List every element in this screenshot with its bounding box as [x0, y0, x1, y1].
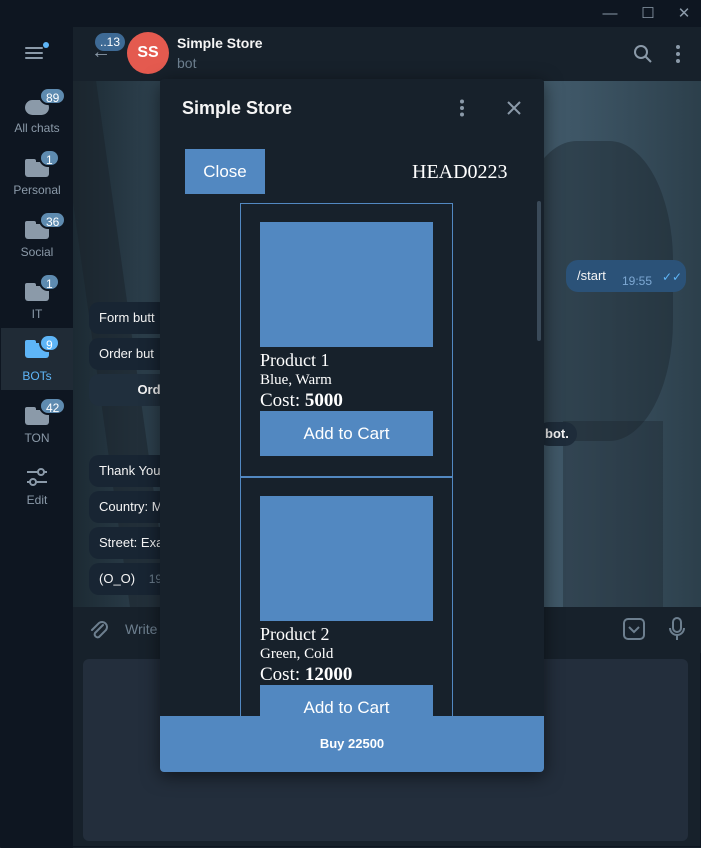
- window-close-button[interactable]: ✕: [673, 3, 695, 25]
- minimize-button[interactable]: —: [599, 3, 621, 25]
- title-bar: — ☐ ✕: [1, 1, 701, 27]
- inline-keyboard-button[interactable]: Ord: [89, 374, 169, 406]
- product-description: Green, Cold: [260, 646, 334, 662]
- unread-badge: 42: [39, 397, 67, 415]
- product-cost: Cost: 5000: [260, 390, 343, 411]
- folder-label: TON: [24, 431, 50, 445]
- scrollbar[interactable]: [537, 201, 541, 341]
- message-text: (O_O): [99, 571, 136, 586]
- webapp-content: Close HEAD0223 Product 1 Blue, Warm Cost…: [160, 137, 544, 716]
- unread-badge: 89: [39, 87, 67, 105]
- folder-personal[interactable]: 1 Personal: [1, 149, 73, 211]
- chat-subtitle: bot: [177, 55, 197, 71]
- message-input[interactable]: Write: [125, 621, 157, 637]
- maximize-button[interactable]: ☐: [637, 3, 659, 25]
- notification-dot: [43, 42, 49, 48]
- product-cost: Cost: 12000: [260, 664, 353, 685]
- folder-bots[interactable]: 9 BOTs: [1, 328, 73, 390]
- order-id: HEAD0223: [412, 161, 508, 183]
- telegram-window: — ☐ ✕ 89 All chats 1 Personal 36 Social …: [0, 0, 701, 848]
- folder-label: Edit: [26, 493, 48, 507]
- product-card: Product 2 Green, Cold Cost: 12000 Add to…: [240, 477, 453, 716]
- close-button[interactable]: Close: [185, 149, 265, 194]
- microphone-icon[interactable]: [669, 617, 685, 641]
- folder-label: BOTs: [22, 369, 52, 383]
- chat-header: ← ..13 SS Simple Store bot: [73, 27, 701, 81]
- read-checkmarks-icon: ✓✓: [662, 270, 683, 284]
- product-name: Product 1: [260, 350, 330, 370]
- product-description: Blue, Warm: [260, 372, 332, 388]
- back-unread-badge: ..13: [95, 33, 126, 51]
- product-card: Product 1 Blue, Warm Cost: 5000 Add to C…: [240, 203, 453, 477]
- add-to-cart-button[interactable]: Add to Cart: [260, 411, 433, 456]
- search-icon[interactable]: [633, 44, 653, 64]
- product-image: [260, 496, 433, 621]
- more-vertical-icon[interactable]: [457, 99, 467, 117]
- close-icon[interactable]: [507, 101, 521, 115]
- message-bubble: (O_O) 19: [89, 563, 169, 595]
- folder-ton[interactable]: 42 TON: [1, 397, 73, 459]
- product-price: 12000: [304, 664, 353, 685]
- webapp-header: Simple Store: [160, 79, 544, 137]
- buy-button[interactable]: Buy 22500: [160, 716, 544, 772]
- message-bubble: Country: M: [89, 491, 169, 523]
- keyboard-toggle-icon[interactable]: [623, 618, 645, 640]
- folder-edit[interactable]: Edit: [1, 459, 73, 521]
- folder-all-chats[interactable]: 89 All chats: [1, 87, 73, 149]
- folder-label: IT: [31, 307, 43, 321]
- webapp-title: Simple Store: [182, 98, 293, 118]
- message-text: /start: [577, 268, 606, 283]
- message-time: 19:55: [622, 274, 653, 288]
- product-image: [260, 222, 433, 347]
- message-bubble: Order but: [89, 338, 169, 370]
- unread-badge: 1: [39, 149, 60, 167]
- folder-sidebar: 89 All chats 1 Personal 36 Social 1 IT 9…: [1, 27, 73, 848]
- message-bubble: Form butt: [89, 302, 169, 334]
- folder-social[interactable]: 36 Social: [1, 211, 73, 273]
- product-name: Product 2: [260, 624, 330, 644]
- webapp-modal: Simple Store Close HEAD0223 Product 1 Bl…: [160, 79, 544, 772]
- sliders-icon: [27, 468, 47, 486]
- message-bubble: Street: Exa: [89, 527, 169, 559]
- chat-title[interactable]: Simple Store: [177, 35, 263, 51]
- unread-badge: 1: [39, 273, 60, 291]
- unread-badge: 9: [39, 334, 60, 352]
- paperclip-icon[interactable]: [87, 619, 109, 641]
- folder-label: All chats: [14, 121, 60, 135]
- more-vertical-icon[interactable]: [673, 44, 683, 64]
- folder-label: Personal: [13, 183, 61, 197]
- menu-icon[interactable]: [25, 42, 49, 61]
- folder-label: Social: [20, 245, 54, 259]
- add-to-cart-button[interactable]: Add to Cart: [260, 685, 433, 716]
- message-bubble: Thank You: [89, 455, 169, 487]
- avatar[interactable]: SS: [127, 32, 169, 74]
- folder-it[interactable]: 1 IT: [1, 273, 73, 335]
- product-price: 5000: [304, 390, 343, 411]
- outgoing-message: /start 19:55 ✓✓: [566, 260, 686, 292]
- unread-badge: 36: [39, 211, 67, 229]
